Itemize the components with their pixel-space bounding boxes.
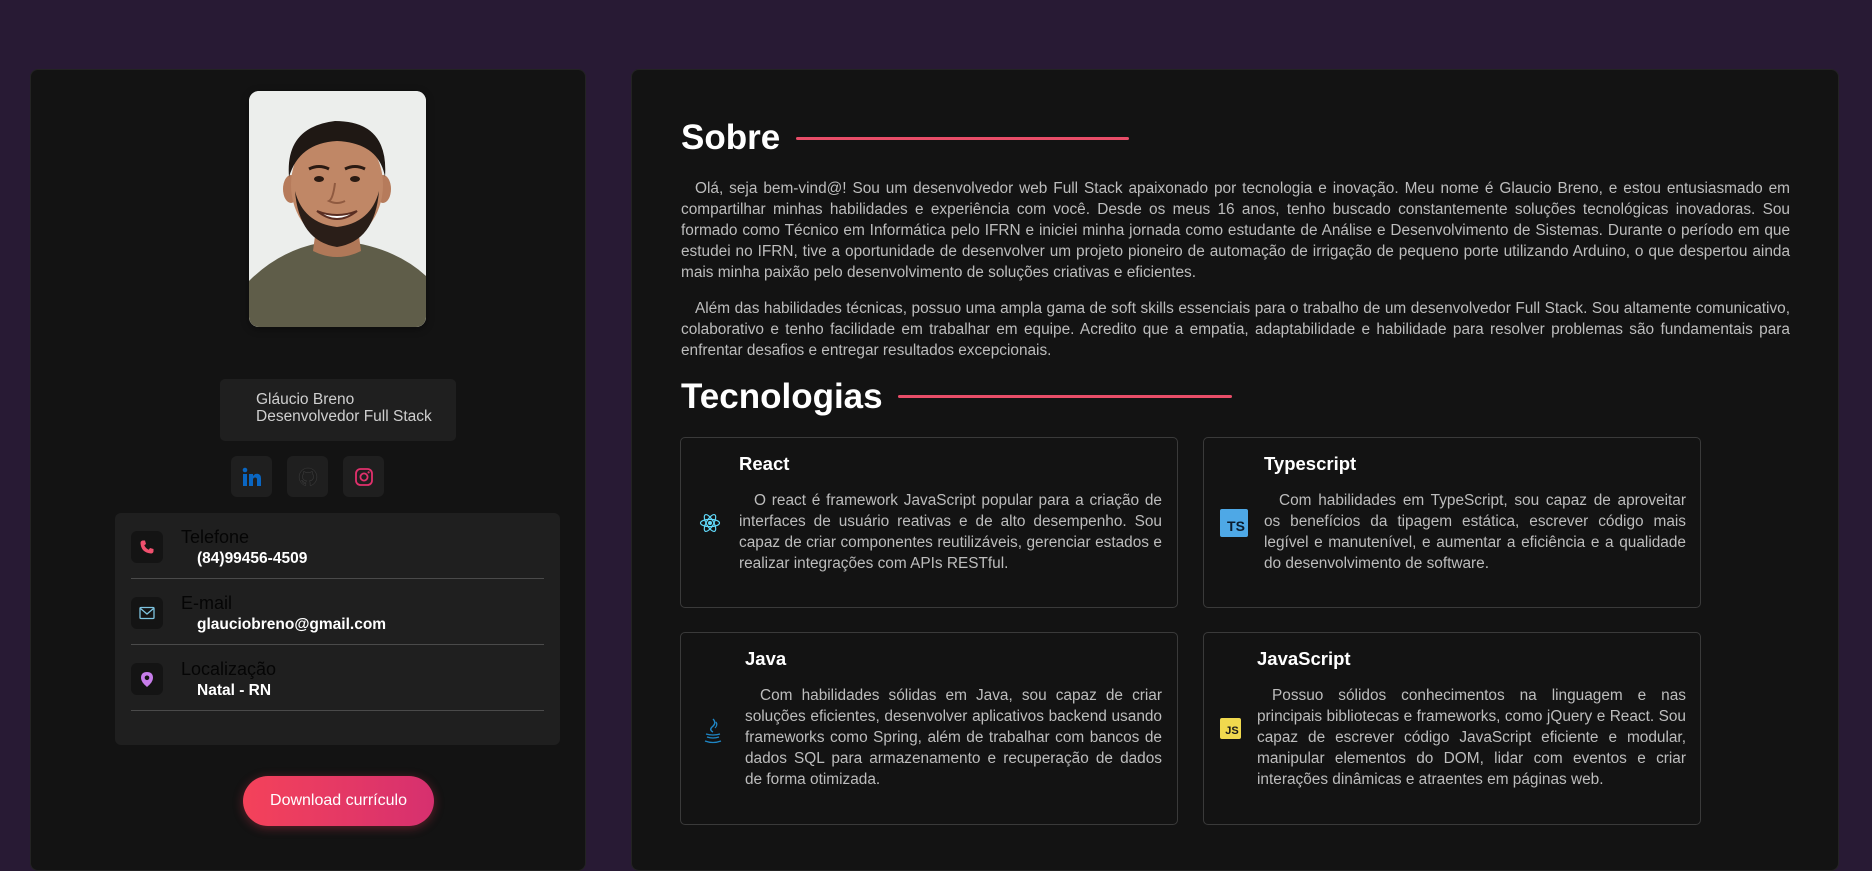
contact-list: Telefone (84)99456-4509 E-mail glauciobr… (115, 513, 560, 745)
github-icon (298, 467, 317, 486)
javascript-icon: JS (1220, 718, 1241, 739)
technologies-title: Tecnologias (681, 377, 883, 416)
linkedin-button[interactable] (231, 456, 272, 497)
tech-card-typescript: TS Typescript Com habilidades em TypeScr… (1203, 437, 1701, 608)
tech-description: Com habilidades em TypeScript, sou capaz… (1264, 492, 1686, 572)
typescript-icon: TS (1220, 509, 1248, 537)
phone-icon (131, 531, 163, 563)
javascript-icon-text: JS (1225, 725, 1239, 737)
typescript-icon-text: TS (1227, 518, 1245, 534)
mail-icon (131, 597, 163, 629)
profile-name: Gláucio Breno (256, 391, 355, 408)
tech-card-java: Java Com habilidades sólidas em Java, so… (680, 632, 1178, 825)
react-icon (698, 511, 722, 535)
java-icon (701, 717, 725, 745)
contact-phone: Telefone (84)99456-4509 (131, 513, 544, 579)
about-paragraph-1: Olá, seja bem-vind@! Sou um desenvolvedo… (681, 180, 1790, 281)
tech-name: Java (745, 648, 787, 669)
download-cv-button[interactable]: Download currículo (243, 776, 434, 826)
tech-card-javascript: JS JavaScript Possuo sólidos conheciment… (1203, 632, 1701, 825)
contact-label: E-mail (181, 593, 233, 613)
location-pin-icon (131, 663, 163, 695)
contact-label: Telefone (181, 527, 250, 547)
contact-location: Localização Natal - RN (131, 645, 544, 711)
technologies-title-line (898, 395, 1232, 398)
tech-name: JavaScript (1257, 648, 1351, 669)
instagram-button[interactable] (343, 456, 384, 497)
tech-description: Possuo sólidos conhecimentos na linguage… (1257, 687, 1686, 788)
tech-card-react: React O react é framework JavaScript pop… (680, 437, 1178, 608)
about-paragraph-2: Além das habilidades técnicas, possuo um… (681, 300, 1790, 359)
tech-description: Com habilidades sólidas em Java, sou cap… (745, 687, 1162, 788)
contact-email: E-mail glauciobreno@gmail.com (131, 579, 544, 645)
about-title: Sobre (681, 118, 781, 157)
linkedin-icon (242, 467, 261, 486)
profile-role: Desenvolvedor Full Stack (256, 408, 432, 425)
tech-name: React (739, 453, 790, 474)
contact-value[interactable]: glauciobreno@gmail.com (197, 616, 386, 634)
profile-card: Gláucio Breno Desenvolvedor Full Stack T… (30, 69, 586, 871)
tech-description: O react é framework JavaScript popular p… (739, 492, 1162, 572)
github-button[interactable] (287, 456, 328, 497)
content-card: Sobre Olá, seja bem-vind@! Sou um desenv… (631, 69, 1839, 871)
contact-value: Natal - RN (197, 682, 272, 699)
about-title-line (796, 137, 1129, 140)
contact-value[interactable]: (84)99456-4509 (197, 550, 307, 568)
profile-photo (249, 91, 426, 327)
instagram-icon (354, 467, 373, 486)
name-box: Gláucio Breno Desenvolvedor Full Stack (220, 379, 456, 441)
contact-label: Localização (181, 659, 277, 679)
tech-name: Typescript (1264, 453, 1357, 474)
